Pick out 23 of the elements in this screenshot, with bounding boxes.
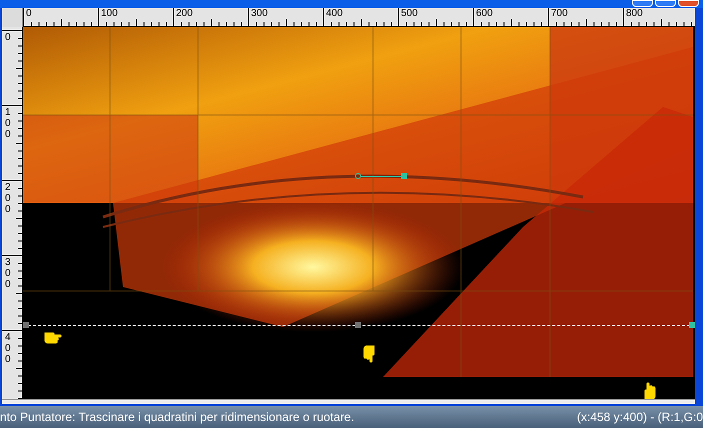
resize-handle[interactable] xyxy=(23,322,29,328)
ruler-label: 0 xyxy=(25,8,33,19)
ruler-label: 200 xyxy=(4,181,12,217)
ruler-label: 200 xyxy=(175,8,194,19)
maximize-button[interactable] xyxy=(655,0,676,7)
resize-handle[interactable] xyxy=(355,322,361,328)
ruler-label: 700 xyxy=(550,8,569,19)
cursor-position: (x:458 y:400) - (R:1,G:0 xyxy=(576,409,703,426)
ruler-label: 100 xyxy=(4,106,12,142)
ruler-label: 600 xyxy=(475,8,494,19)
ruler-label: 400 xyxy=(325,8,344,19)
ruler-label: 500 xyxy=(400,8,419,19)
status-hint: nto Puntatore: Trascinare i quadratini per ridimensionare o ruotare. xyxy=(0,409,354,426)
ruler-label: 300 xyxy=(250,8,269,19)
ruler-label: 100 xyxy=(100,8,119,19)
ruler-label: 300 xyxy=(4,256,12,292)
ruler-label: 800 xyxy=(625,8,644,19)
rotation-handle[interactable] xyxy=(355,173,407,179)
resize-handle[interactable] xyxy=(689,322,695,328)
close-button[interactable] xyxy=(678,0,699,7)
minimize-button[interactable] xyxy=(632,0,653,7)
ruler-label: 0 xyxy=(4,31,12,45)
ruler-label: 400 xyxy=(4,331,12,367)
